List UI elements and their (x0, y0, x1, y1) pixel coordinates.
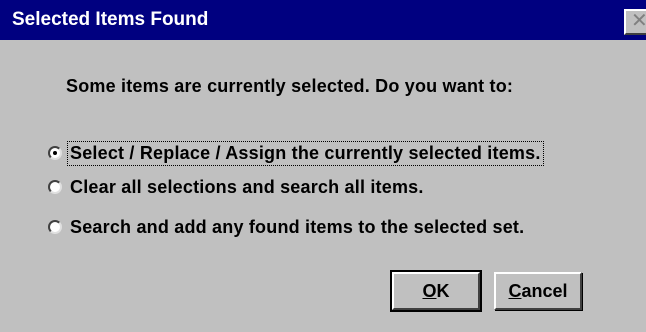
close-icon: ✕ (631, 11, 646, 32)
radio-button-icon[interactable] (48, 220, 62, 234)
option-select-replace-assign[interactable]: Select / Replace / Assign the currently … (48, 140, 544, 166)
title-bar[interactable]: Selected Items Found ✕ (0, 0, 646, 40)
ok-accelerator: O (422, 280, 437, 301)
option-label[interactable]: Select / Replace / Assign the currently … (67, 140, 544, 166)
cancel-label-rest: ancel (521, 280, 568, 301)
option-search-and-add[interactable]: Search and add any found items to the se… (48, 214, 526, 240)
prompt-text: Some items are currently selected. Do yo… (66, 76, 514, 96)
ok-label-rest: K (436, 280, 450, 301)
cancel-accelerator: C (508, 280, 522, 301)
cancel-button[interactable]: Cancel (494, 272, 582, 310)
option-label[interactable]: Search and add any found items to the se… (68, 216, 526, 239)
selected-items-found-dialog: Selected Items Found ✕ Some items are cu… (0, 0, 646, 332)
option-clear-and-search[interactable]: Clear all selections and search all item… (48, 174, 426, 200)
ok-button[interactable]: OK (390, 270, 482, 312)
radio-button-icon[interactable] (48, 146, 62, 160)
radio-button-icon[interactable] (48, 180, 62, 194)
close-button[interactable]: ✕ (624, 9, 646, 35)
option-label[interactable]: Clear all selections and search all item… (68, 176, 426, 199)
window-title: Selected Items Found (12, 9, 209, 30)
